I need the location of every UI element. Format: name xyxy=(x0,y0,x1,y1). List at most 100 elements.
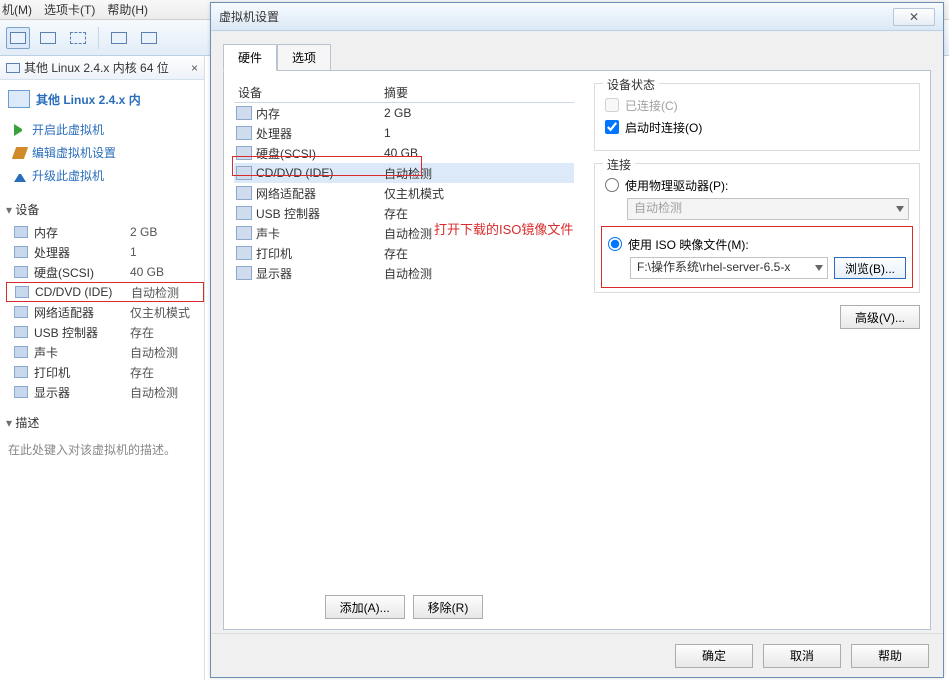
hw-icon xyxy=(236,186,252,200)
left-device-row[interactable]: 声卡自动检测 xyxy=(6,342,204,362)
cancel-button[interactable]: 取消 xyxy=(763,644,841,668)
hardware-row[interactable]: 打印机存在 xyxy=(234,243,574,263)
advanced-row: 高级(V)... xyxy=(594,305,920,329)
left-device-row[interactable]: 显示器自动检测 xyxy=(6,382,204,402)
radio-iso-row[interactable]: 使用 ISO 映像文件(M): xyxy=(608,233,906,255)
dialog-close-button[interactable]: ✕ xyxy=(893,8,935,26)
section-desc-header[interactable]: 描述 xyxy=(0,410,204,435)
combo-physical-drive: 自动检测 xyxy=(627,198,909,220)
left-tab-header[interactable]: 其他 Linux 2.4.x 内核 64 位 × xyxy=(0,56,204,80)
checkbox-connected-row: 已连接(C) xyxy=(605,94,909,116)
legend-device-state: 设备状态 xyxy=(603,76,659,93)
checkbox-connect-on-start-row[interactable]: 启动时连接(O) xyxy=(605,116,909,138)
hw-value: 自动检测 xyxy=(384,265,574,282)
group-device-state: 设备状态 已连接(C) 启动时连接(O) xyxy=(594,83,920,151)
hw-name: 声卡 xyxy=(256,225,384,242)
add-hardware-button[interactable]: 添加(A)... xyxy=(325,595,405,619)
device-value: 仅主机模式 xyxy=(130,304,190,321)
hw-value: 1 xyxy=(384,126,574,140)
hw-icon xyxy=(236,146,252,160)
left-tab-close-icon[interactable]: × xyxy=(191,61,198,75)
dialog-bottom-bar: 确定 取消 帮助 xyxy=(211,633,943,677)
device-icon xyxy=(14,326,28,338)
toolbar-view1[interactable] xyxy=(6,27,30,49)
tab-hardware[interactable]: 硬件 xyxy=(223,44,277,71)
checkbox-connected xyxy=(605,98,619,112)
left-device-row[interactable]: USB 控制器存在 xyxy=(6,322,204,342)
action-power-on[interactable]: 开启此虚拟机 xyxy=(14,118,198,141)
menu-tabs[interactable]: 选项卡(T) xyxy=(44,1,95,18)
dialog-titlebar[interactable]: 虚拟机设置 ✕ xyxy=(211,3,943,31)
hardware-row[interactable]: 显示器自动检测 xyxy=(234,263,574,283)
toolbar-drop[interactable] xyxy=(137,27,161,49)
checkbox-connect-on-start-label: 启动时连接(O) xyxy=(625,119,702,136)
radio-physical-drive[interactable] xyxy=(605,178,619,192)
hw-value: 自动检测 xyxy=(384,165,574,182)
group-connection: 连接 使用物理驱动器(P): 自动检测 使用 ISO 映像文件(M): xyxy=(594,163,920,293)
device-icon xyxy=(14,246,28,258)
device-name: USB 控制器 xyxy=(34,324,124,341)
hw-value: 存在 xyxy=(384,245,574,262)
view-icon xyxy=(40,32,56,44)
hardware-row[interactable]: USB 控制器存在 xyxy=(234,203,574,223)
toolbar-fullscreen[interactable] xyxy=(66,27,90,49)
help-button[interactable]: 帮助 xyxy=(851,644,929,668)
legend-connection: 连接 xyxy=(603,156,635,173)
device-value: 1 xyxy=(130,245,137,259)
vm-actions: 开启此虚拟机 编辑虚拟机设置 升级此虚拟机 xyxy=(0,114,204,197)
left-device-row[interactable]: 处理器1 xyxy=(6,242,204,262)
device-icon xyxy=(14,226,28,238)
left-device-row[interactable]: 网络适配器仅主机模式 xyxy=(6,302,204,322)
view-icon xyxy=(10,32,26,44)
hardware-row[interactable]: 声卡自动检测 xyxy=(234,223,574,243)
hw-value: 仅主机模式 xyxy=(384,185,574,202)
toolbar-snapshot[interactable] xyxy=(107,27,131,49)
radio-use-iso[interactable] xyxy=(608,237,622,251)
section-devices-header[interactable]: 设备 xyxy=(0,197,204,222)
advanced-button[interactable]: 高级(V)... xyxy=(840,305,920,329)
menu-vm[interactable]: 机(M) xyxy=(2,1,32,18)
device-value: 存在 xyxy=(130,324,154,341)
tab-panel-hardware: 设备 摘要 内存2 GB处理器1硬盘(SCSI)40 GBCD/DVD (IDE… xyxy=(223,70,931,630)
vm-title: 其他 Linux 2.4.x 内 xyxy=(0,80,204,114)
left-device-row[interactable]: 内存2 GB xyxy=(6,222,204,242)
left-device-row[interactable]: CD/DVD (IDE)自动检测 xyxy=(6,282,204,302)
radio-physical-row[interactable]: 使用物理驱动器(P): xyxy=(605,174,909,196)
toolbar-view2[interactable] xyxy=(36,27,60,49)
hw-value: 2 GB xyxy=(384,106,574,120)
device-value: 40 GB xyxy=(130,265,164,279)
action-power-on-label: 开启此虚拟机 xyxy=(32,121,104,138)
hardware-row[interactable]: 网络适配器仅主机模式 xyxy=(234,183,574,203)
left-device-row[interactable]: 打印机存在 xyxy=(6,362,204,382)
combo-iso-path[interactable]: F:\操作系统\rhel-server-6.5-x xyxy=(630,257,828,279)
dialog-body: 硬件 选项 设备 摘要 内存2 GB处理器1硬盘(SCSI)40 GBCD/DV… xyxy=(223,43,931,627)
device-table: 内存2 GB处理器1硬盘(SCSI)40 GBCD/DVD (IDE)自动检测网… xyxy=(0,222,204,410)
menu-help[interactable]: 帮助(H) xyxy=(107,1,148,18)
hw-name: USB 控制器 xyxy=(256,205,384,222)
tab-options[interactable]: 选项 xyxy=(277,44,331,71)
hardware-row[interactable]: 内存2 GB xyxy=(234,103,574,123)
action-upgrade-vm[interactable]: 升级此虚拟机 xyxy=(14,164,198,187)
action-edit-settings[interactable]: 编辑虚拟机设置 xyxy=(14,141,198,164)
upgrade-icon xyxy=(14,170,26,182)
physical-drive-combo-row: 自动检测 xyxy=(627,198,909,220)
ok-button[interactable]: 确定 xyxy=(675,644,753,668)
col-summary: 摘要 xyxy=(384,84,574,101)
device-name: 网络适配器 xyxy=(34,304,124,321)
hardware-row[interactable]: 硬盘(SCSI)40 GB xyxy=(234,143,574,163)
hw-icon xyxy=(236,126,252,140)
hardware-row[interactable]: CD/DVD (IDE)自动检测 xyxy=(234,163,574,183)
remove-hardware-button[interactable]: 移除(R) xyxy=(413,595,484,619)
hw-name: CD/DVD (IDE) xyxy=(256,166,384,180)
device-value: 自动检测 xyxy=(131,284,179,301)
left-device-row[interactable]: 硬盘(SCSI)40 GB xyxy=(6,262,204,282)
browse-iso-button[interactable]: 浏览(B)... xyxy=(834,257,906,279)
hw-name: 硬盘(SCSI) xyxy=(256,145,384,162)
desc-placeholder[interactable]: 在此处键入对该虚拟机的描述。 xyxy=(0,435,204,464)
left-tab-title: 其他 Linux 2.4.x 内核 64 位 xyxy=(24,59,169,76)
col-device: 设备 xyxy=(234,84,384,101)
hardware-row[interactable]: 处理器1 xyxy=(234,123,574,143)
checkbox-connect-on-start[interactable] xyxy=(605,120,619,134)
vm-title-text: 其他 Linux 2.4.x 内 xyxy=(36,91,141,108)
device-icon xyxy=(14,366,28,378)
